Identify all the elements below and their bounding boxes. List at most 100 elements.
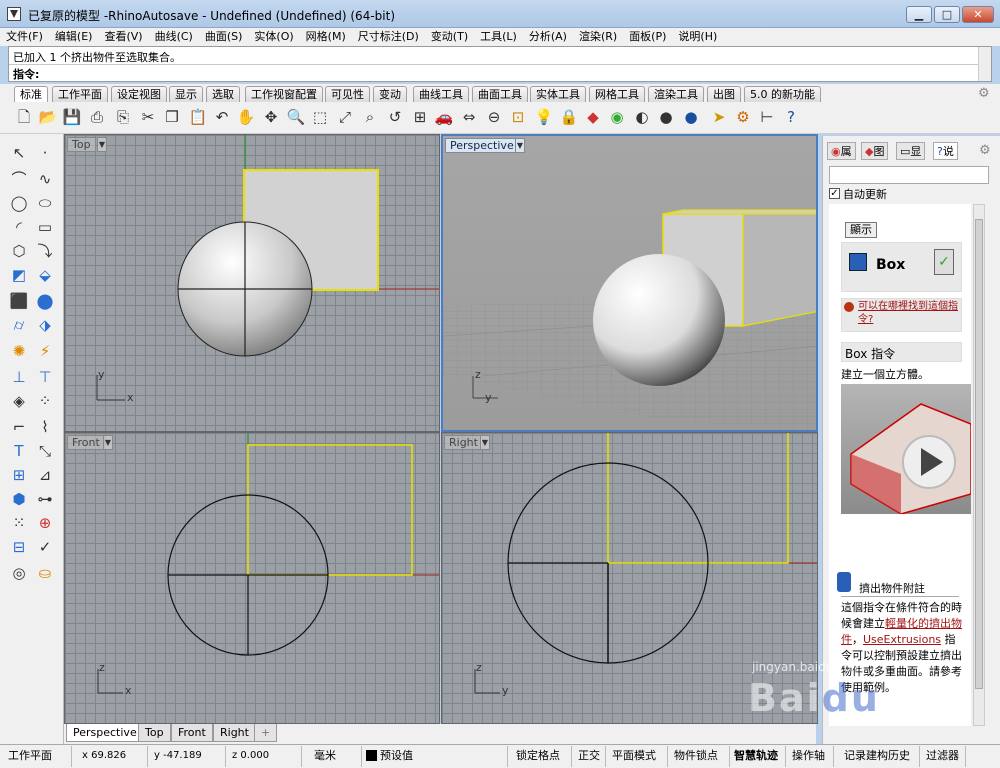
minimize-button[interactable]: ▁ xyxy=(906,6,932,23)
sphere-object[interactable] xyxy=(593,254,725,386)
tab-solid-tools[interactable]: 实体工具 xyxy=(530,86,586,102)
menu-render[interactable]: 渲染(R) xyxy=(573,28,623,45)
zoom-icon[interactable]: 🔍 xyxy=(286,107,306,127)
auto-update-checkbox[interactable]: ✓ xyxy=(829,188,840,199)
help-icon[interactable]: ? xyxy=(781,107,801,127)
menu-curve[interactable]: 曲线(C) xyxy=(149,28,199,45)
cplane-icon[interactable]: ⇔ xyxy=(459,107,479,127)
polyline-icon[interactable]: ⌒ xyxy=(8,168,30,190)
undo-view-icon[interactable]: ↺ xyxy=(385,107,405,127)
surface-icon[interactable]: ◩ xyxy=(8,264,30,286)
viewport-menu-arrow-icon[interactable]: ▼ xyxy=(97,137,107,152)
check-icon[interactable]: ✓ xyxy=(34,536,56,558)
cage-icon[interactable]: ⊟ xyxy=(8,536,30,558)
color-wheel-icon[interactable]: ◉ xyxy=(607,107,627,127)
osnap-icon[interactable]: ⊖ xyxy=(484,107,504,127)
boolean-icon[interactable]: ◈ xyxy=(8,390,30,412)
zoom-extents-icon[interactable]: ⤢ xyxy=(335,107,355,127)
tab-visibility[interactable]: 可见性 xyxy=(325,86,370,102)
pointer-icon[interactable]: ➤ xyxy=(709,107,729,127)
copy-icon[interactable]: ❐ xyxy=(162,107,182,127)
panel-tab-layers[interactable]: ◆图 xyxy=(861,142,889,160)
status-ortho[interactable]: 正交 xyxy=(574,746,606,767)
trash-check-icon[interactable]: ✓ xyxy=(934,249,954,275)
close-button[interactable]: ✕ xyxy=(962,6,994,23)
tab-curve-tools[interactable]: 曲线工具 xyxy=(413,86,469,102)
text-icon[interactable]: ⊤ xyxy=(34,366,56,388)
tab-set-view[interactable]: 设定视图 xyxy=(111,86,167,102)
light-bulb-icon[interactable]: 💡 xyxy=(534,107,554,127)
save-icon[interactable]: 💾 xyxy=(62,107,82,127)
options-gear-icon[interactable]: ⚙ xyxy=(733,107,753,127)
surface-tools-icon[interactable]: ⬙ xyxy=(34,264,56,286)
viewport-tab-right[interactable]: Right xyxy=(213,724,256,742)
status-osnap[interactable]: 物件锁点 xyxy=(670,746,730,767)
align-icon[interactable]: ⊕ xyxy=(34,512,56,534)
rotate-view-icon[interactable]: ✥ xyxy=(261,107,281,127)
tab-display[interactable]: 显示 xyxy=(169,86,203,102)
circle-icon[interactable]: ◯ xyxy=(8,192,30,214)
status-layer[interactable]: 预设值 xyxy=(362,746,508,767)
gear-icon[interactable]: ⚙ xyxy=(979,143,991,158)
box-object[interactable] xyxy=(247,444,413,576)
menu-solid[interactable]: 实体(O) xyxy=(248,28,299,45)
viewport-tab-front[interactable]: Front xyxy=(171,724,213,742)
trim-icon[interactable]: ⌇ xyxy=(34,416,56,438)
select-arrow-icon[interactable]: ↖ xyxy=(8,142,30,164)
viewport-label-front[interactable]: Front xyxy=(67,435,105,450)
ellipse-icon[interactable]: ⬭ xyxy=(34,192,56,214)
export-icon[interactable]: ⎘ xyxy=(113,107,133,127)
pan-hand-icon[interactable]: ✋ xyxy=(236,107,256,127)
arc-icon[interactable]: ◜ xyxy=(8,216,30,238)
menu-analyze[interactable]: 分析(A) xyxy=(523,28,573,45)
viewport-perspective[interactable]: z y Perspective ▼ xyxy=(441,134,818,432)
fillet-icon[interactable]: ⌐ xyxy=(8,416,30,438)
where-link[interactable]: 可以在哪裡找到這個指令? xyxy=(858,300,960,326)
menu-file[interactable]: 文件(F) xyxy=(0,28,49,45)
menu-surface[interactable]: 曲面(S) xyxy=(199,28,249,45)
viewport-label-right[interactable]: Right xyxy=(444,435,483,450)
panel-tab-help[interactable]: ?说 xyxy=(933,142,958,160)
render-sphere-icon[interactable]: ● xyxy=(656,107,676,127)
viewport-menu-arrow-icon[interactable]: ▼ xyxy=(515,138,525,153)
tab-cplanes[interactable]: 工作平面 xyxy=(52,86,108,102)
layer-icon[interactable]: ◆ xyxy=(583,107,603,127)
tab-layout[interactable]: 出图 xyxy=(707,86,741,102)
group-icon[interactable]: ⁘ xyxy=(34,390,56,412)
measure-icon[interactable]: ⊶ xyxy=(34,488,56,510)
viewport-front[interactable]: x z Front ▼ xyxy=(64,432,440,724)
box-object[interactable] xyxy=(607,433,789,564)
scrollbar-thumb[interactable] xyxy=(975,219,983,689)
status-unit[interactable]: 毫米 xyxy=(310,746,362,767)
show-button[interactable]: 顯示 xyxy=(845,222,877,238)
panel-tab-display[interactable]: ▭显 xyxy=(896,142,926,160)
status-smarttrack[interactable]: 智慧轨迹 xyxy=(730,746,786,767)
grid-array-icon[interactable]: ⁙ xyxy=(8,512,30,534)
menu-dimension[interactable]: 尺寸标注(D) xyxy=(352,28,425,45)
cylinder-icon[interactable]: ⌭ xyxy=(8,314,30,336)
menu-transform[interactable]: 变动(T) xyxy=(425,28,474,45)
status-grid-snap[interactable]: 锁定格点 xyxy=(512,746,572,767)
point-icon[interactable]: · xyxy=(34,142,56,164)
mesh-icon[interactable]: ⬗ xyxy=(34,314,56,336)
viewport-menu-arrow-icon[interactable]: ▼ xyxy=(103,435,113,450)
menu-panels[interactable]: 面板(P) xyxy=(623,28,672,45)
tab-viewport-layout[interactable]: 工作视窗配置 xyxy=(245,86,323,102)
tab-select[interactable]: 选取 xyxy=(206,86,240,102)
use-extrusions-link[interactable]: UseExtrusions xyxy=(863,633,941,646)
polygon-icon[interactable]: ⬡ xyxy=(8,240,30,262)
solid-tools-icon[interactable]: ⬤ xyxy=(34,290,56,312)
properties-icon[interactable]: ⊢ xyxy=(757,107,777,127)
maximize-button[interactable]: □ xyxy=(934,6,960,23)
four-viewports-icon[interactable]: ⊞ xyxy=(410,107,430,127)
undo-icon[interactable]: ↶ xyxy=(212,107,232,127)
status-filter[interactable]: 过滤器 xyxy=(922,746,966,767)
curve-icon[interactable]: ∿ xyxy=(34,168,56,190)
command-scrollbar[interactable] xyxy=(978,47,991,81)
dimension-icon[interactable]: ⊥ xyxy=(8,366,30,388)
car-icon[interactable]: 🚗 xyxy=(434,107,454,127)
light-icon[interactable]: ⚡ xyxy=(34,340,56,362)
zoom-window-icon[interactable]: ⬚ xyxy=(310,107,330,127)
command-prompt[interactable]: 指令: xyxy=(13,66,39,82)
menu-help[interactable]: 说明(H) xyxy=(672,28,723,45)
